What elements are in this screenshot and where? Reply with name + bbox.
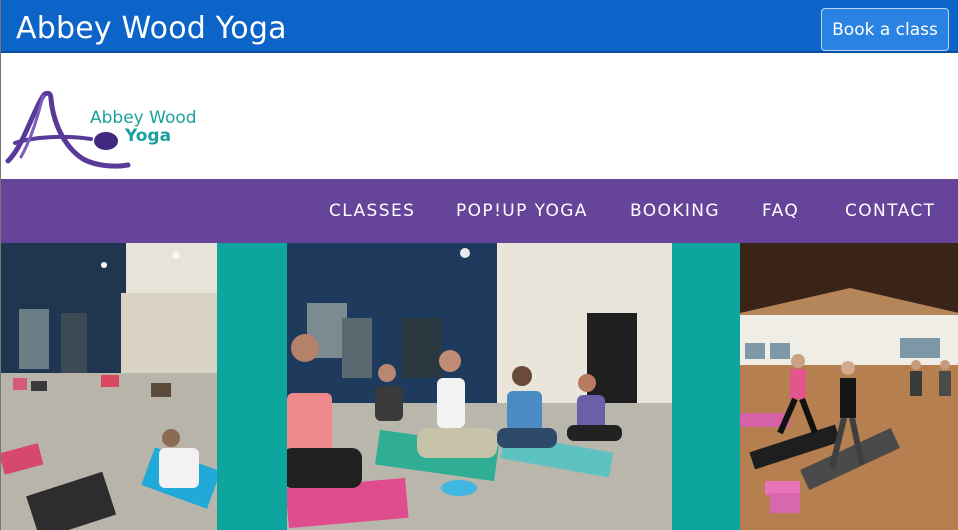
teal-spacer-2: [672, 243, 740, 530]
logo-text-yoga: Yoga: [125, 126, 172, 146]
nav-item-faq[interactable]: FAQ: [762, 201, 799, 221]
yoga-class-photo-3: [740, 243, 958, 530]
nav-item-contact[interactable]: CONTACT: [845, 201, 935, 221]
yoga-class-photo-1: [1, 243, 217, 530]
page-frame: Abbey Wood Yoga Book a class Abbey Wood …: [0, 0, 958, 530]
nav-item-popup-yoga[interactable]: POP!UP YOGA: [456, 201, 588, 221]
top-bar: Abbey Wood Yoga Book a class: [1, 0, 958, 53]
nav-item-booking[interactable]: BOOKING: [630, 201, 720, 221]
logo-text-abbey-wood: Abbey Wood: [90, 108, 197, 128]
logo-area: Abbey Wood Yoga: [1, 53, 958, 179]
abbey-wood-yoga-logo[interactable]: [3, 91, 203, 171]
main-nav: CLASSES POP!UP YOGA BOOKING FAQ CONTACT: [1, 179, 958, 243]
yoga-class-photo-2: [287, 243, 672, 530]
teal-spacer-1: [217, 243, 287, 530]
site-title[interactable]: Abbey Wood Yoga: [16, 11, 287, 46]
nav-item-classes[interactable]: CLASSES: [329, 201, 415, 221]
photo-gallery: [1, 243, 958, 530]
book-a-class-button[interactable]: Book a class: [821, 8, 949, 51]
